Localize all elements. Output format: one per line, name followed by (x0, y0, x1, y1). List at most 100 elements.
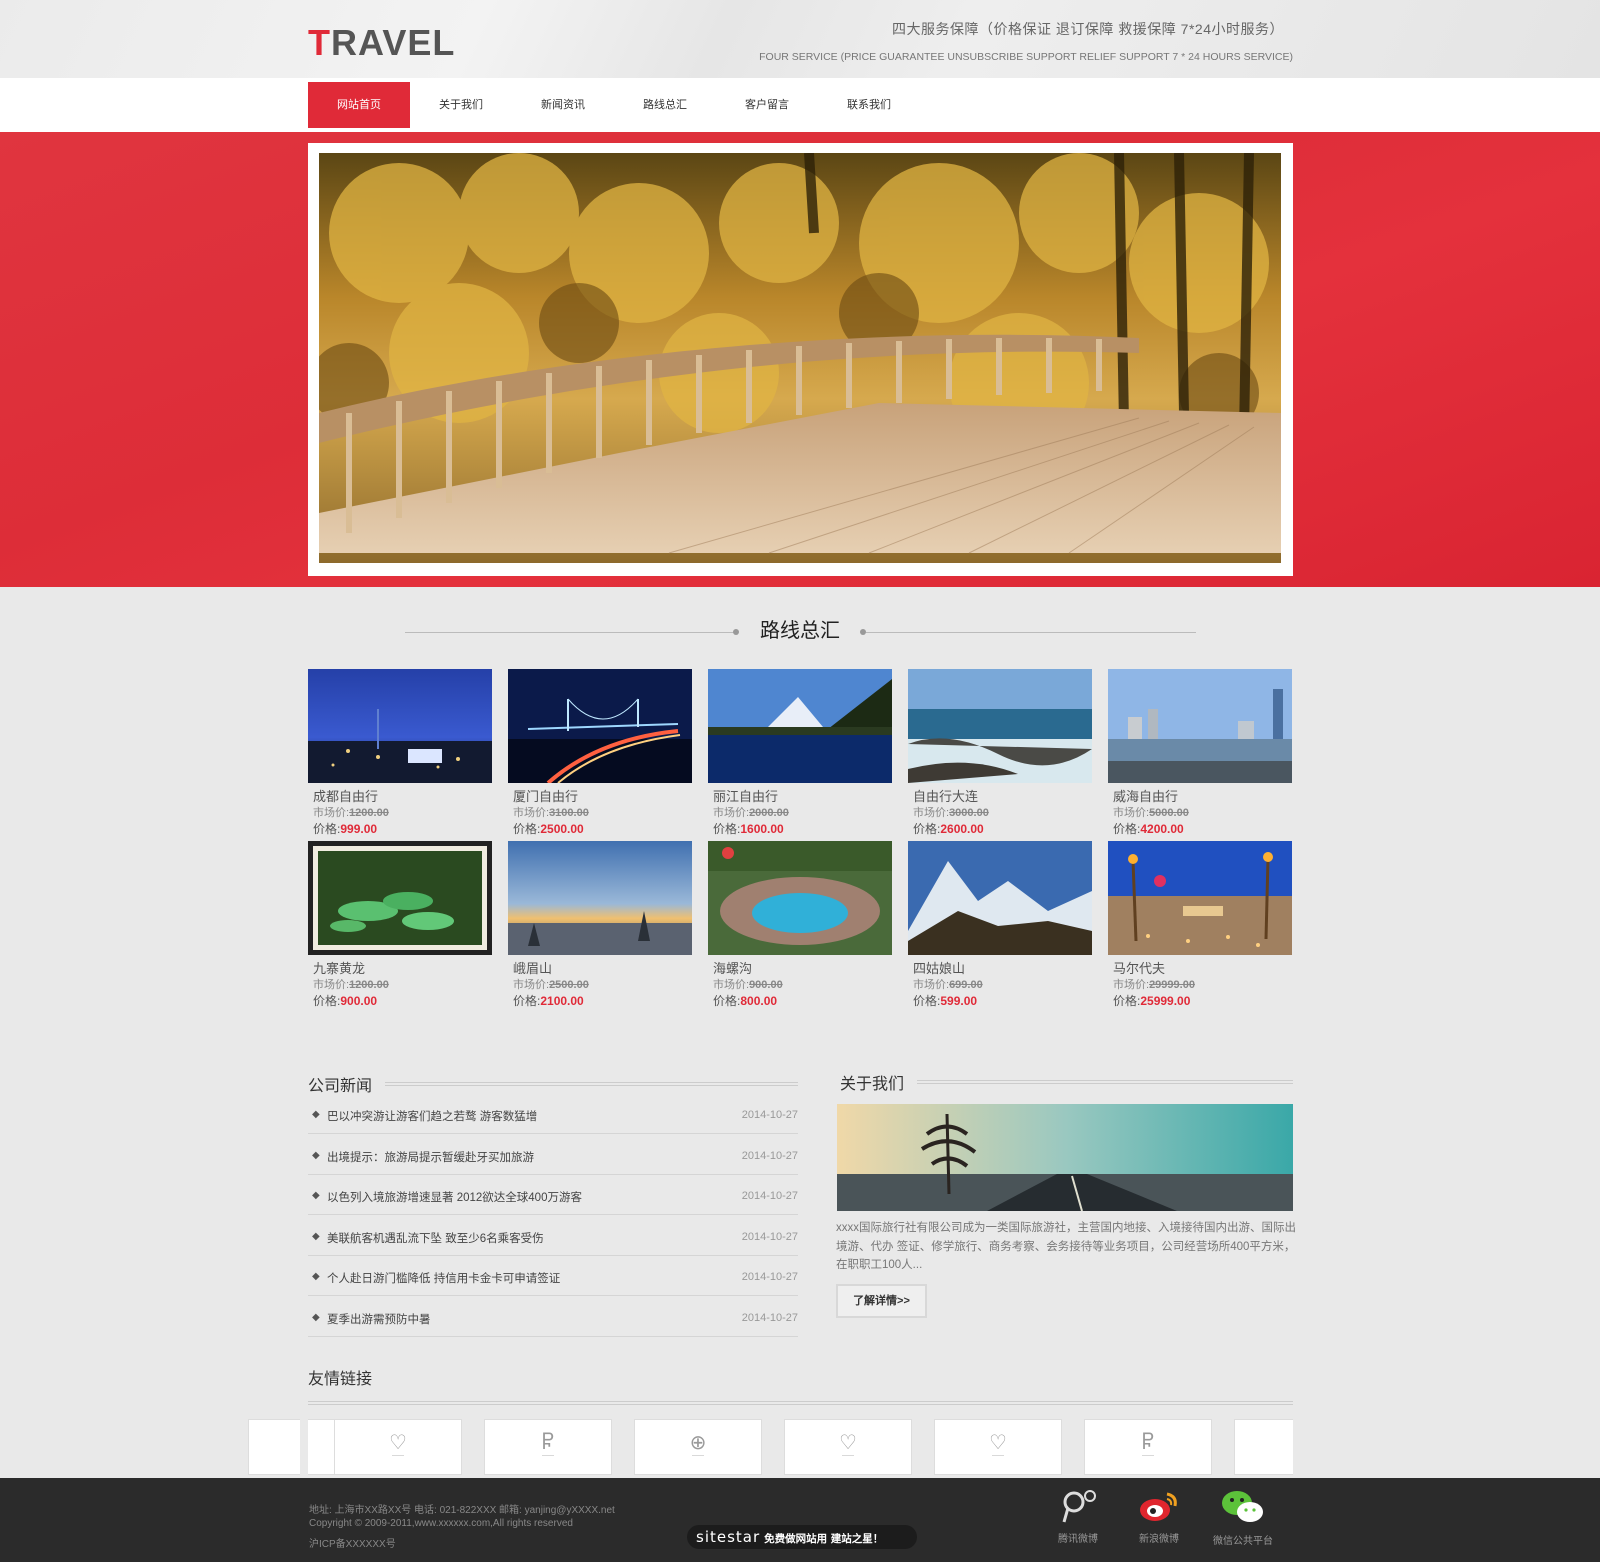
social-wechat[interactable]: 微信公共平台 (1208, 1488, 1278, 1547)
route-name[interactable]: 四姑娘山 (913, 958, 965, 977)
route-name[interactable]: 成都自由行 (313, 786, 378, 805)
nav-item-home[interactable]: 网站首页 (308, 82, 410, 128)
news-title[interactable]: 夏季出游需预防中暑 (327, 1311, 431, 1327)
carousel-mask-left (300, 1419, 308, 1475)
route-price: 价格:999.00 (313, 820, 377, 837)
news-title[interactable]: 美联航客机遇乱流下坠 致至少6名乘客受伤 (327, 1230, 544, 1246)
price-label: 价格: (713, 994, 741, 1008)
market-price-value: 2000.00 (749, 807, 789, 819)
routes-section-title: 路线总汇 (760, 620, 840, 642)
market-price-value: 3100.00 (549, 807, 589, 819)
route-thumbnail[interactable] (1108, 669, 1292, 783)
route-price: 价格:4200.00 (1113, 820, 1184, 837)
partner-link[interactable]: Ⴜ —— (484, 1419, 612, 1475)
route-name[interactable]: 自由行大连 (913, 786, 978, 805)
partner-link[interactable]: ♡ —— (934, 1419, 1062, 1475)
route-name[interactable]: 厦门自由行 (513, 786, 578, 805)
news-item[interactable]: ◆ 巴以冲突游让游客们趋之若鹜 游客数猛增 2014-10-27 (308, 1094, 798, 1134)
partner-link[interactable]: Ⴜ —— (1084, 1419, 1212, 1475)
news-item[interactable]: ◆ 夏季出游需预防中暑 2014-10-27 (308, 1297, 798, 1337)
route-market-price: 市场价:900.00 (713, 976, 783, 992)
news-title[interactable]: 以色列入境旅游增速显著 2012欲达全球400万游客 (327, 1189, 582, 1205)
nav-item-news[interactable]: 新闻资讯 (512, 82, 614, 128)
route-thumbnail[interactable] (508, 669, 692, 783)
route-thumbnail[interactable] (908, 841, 1092, 955)
partner-logo-icon: Ⴜ —— (541, 1432, 555, 1459)
banner-slideshow[interactable] (308, 143, 1293, 576)
route-card[interactable]: 九寨黄龙 市场价:1200.00 价格:900.00 (308, 841, 492, 1011)
route-thumbnail[interactable] (508, 841, 692, 955)
route-name[interactable]: 威海自由行 (1113, 786, 1178, 805)
links-section-title: 友情链接 (308, 1371, 373, 1388)
social-tencent-weibo[interactable]: 腾讯微博 (1043, 1488, 1113, 1545)
route-thumbnail[interactable] (908, 669, 1092, 783)
title-divider-right (866, 632, 1196, 633)
news-title-rule (385, 1082, 798, 1086)
social-label: 腾讯微博 (1058, 1534, 1098, 1545)
route-card[interactable]: 厦门自由行 市场价:3100.00 价格:2500.00 (508, 669, 692, 839)
sitestar-brand: sitestar (696, 1528, 761, 1546)
price-label: 价格: (713, 822, 741, 836)
news-item[interactable]: ◆ 个人赴日游门槛降低 持信用卡金卡可申请签证 2014-10-27 (308, 1256, 798, 1296)
partner-link[interactable]: ⊕ —— (634, 1419, 762, 1475)
learn-more-button[interactable]: 了解详情>> (836, 1284, 927, 1318)
route-thumbnail[interactable] (708, 841, 892, 955)
route-thumbnail[interactable] (308, 669, 492, 783)
partner-link[interactable]: ♡ —— (784, 1419, 912, 1475)
news-item[interactable]: ◆ 以色列入境旅游增速显著 2012欲达全球400万游客 2014-10-27 (308, 1175, 798, 1215)
logo-first-letter: T (308, 22, 331, 63)
news-title[interactable]: 出境提示：旅游局提示暂缓赴牙买加旅游 (327, 1149, 534, 1165)
route-price: 价格:599.00 (913, 992, 977, 1009)
route-card[interactable]: 峨眉山 市场价:2500.00 价格:2100.00 (508, 841, 692, 1011)
diamond-bullet-icon: ◆ (312, 1109, 320, 1120)
route-card[interactable]: 自由行大连 市场价:3000.00 价格:2600.00 (908, 669, 1092, 839)
route-thumbnail[interactable] (308, 841, 492, 955)
price-label: 价格: (513, 822, 541, 836)
market-price-label: 市场价: (713, 807, 750, 819)
nav-item-guestbook[interactable]: 客户留言 (716, 82, 818, 128)
tencent-weibo-icon (1062, 1490, 1096, 1523)
social-label: 微信公共平台 (1213, 1536, 1273, 1547)
partner-link[interactable] (1234, 1419, 1294, 1475)
news-title[interactable]: 巴以冲突游让游客们趋之若鹜 游客数猛增 (327, 1108, 537, 1124)
sina-weibo-icon (1140, 1492, 1177, 1521)
price-label: 价格: (1113, 994, 1141, 1008)
market-price-value: 5000.00 (1149, 807, 1189, 819)
route-card[interactable]: 威海自由行 市场价:5000.00 价格:4200.00 (1108, 669, 1292, 839)
news-date: 2014-10-27 (741, 1312, 798, 1324)
route-market-price: 市场价:2500.00 (513, 976, 589, 992)
route-card[interactable]: 海螺沟 市场价:900.00 价格:800.00 (708, 841, 892, 1011)
news-title[interactable]: 个人赴日游门槛降低 持信用卡金卡可申请签证 (327, 1270, 560, 1286)
social-sina-weibo[interactable]: 新浪微博 (1124, 1488, 1194, 1545)
route-name[interactable]: 九寨黄龙 (313, 958, 365, 977)
route-thumbnail[interactable] (1108, 841, 1292, 955)
sitestar-slogan: 免费做网站用 建站之星！ (764, 1533, 884, 1545)
news-item[interactable]: ◆ 出境提示：旅游局提示暂缓赴牙买加旅游 2014-10-27 (308, 1135, 798, 1175)
about-section-title: 关于我们 (840, 1076, 905, 1093)
links-title-rule (308, 1401, 1293, 1405)
route-market-price: 市场价:2000.00 (713, 804, 789, 820)
price-label: 价格: (513, 994, 541, 1008)
route-price: 价格:800.00 (713, 992, 777, 1009)
route-name[interactable]: 峨眉山 (513, 958, 552, 977)
nav-item-contact[interactable]: 联系我们 (818, 82, 920, 128)
nav-item-about[interactable]: 关于我们 (410, 82, 512, 128)
partner-logo-icon: ⊕ —— (689, 1432, 707, 1459)
site-logo[interactable]: TRAVEL (308, 22, 455, 64)
route-name[interactable]: 海螺沟 (713, 958, 752, 977)
route-name[interactable]: 丽江自由行 (713, 786, 778, 805)
route-name[interactable]: 马尔代夫 (1113, 958, 1165, 977)
route-card[interactable]: 马尔代夫 市场价:29999.00 价格:25999.00 (1108, 841, 1292, 1011)
route-card[interactable]: 丽江自由行 市场价:2000.00 价格:1600.00 (708, 669, 892, 839)
sitestar-badge[interactable]: sitestar 免费做网站用 建站之星！ (687, 1525, 917, 1549)
market-price-value: 699.00 (949, 979, 983, 991)
route-card[interactable]: 四姑娘山 市场价:699.00 价格:599.00 (908, 841, 1092, 1011)
site-footer (0, 1478, 1600, 1562)
news-item[interactable]: ◆ 美联航客机遇乱流下坠 致至少6名乘客受伤 2014-10-27 (308, 1216, 798, 1256)
news-date: 2014-10-27 (741, 1150, 798, 1162)
route-card[interactable]: 成都自由行 市场价:1200.00 价格:999.00 (308, 669, 492, 839)
route-price: 价格:25999.00 (1113, 992, 1190, 1009)
partner-link[interactable]: ♡ —— (334, 1419, 462, 1475)
route-thumbnail[interactable] (708, 669, 892, 783)
nav-item-routes[interactable]: 路线总汇 (614, 82, 716, 128)
